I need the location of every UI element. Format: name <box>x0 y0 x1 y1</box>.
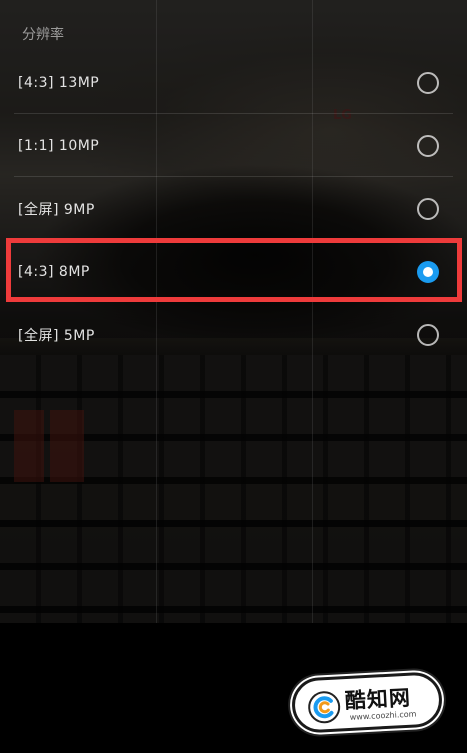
radio-button[interactable] <box>417 197 439 220</box>
annotation-highlight-box <box>6 238 462 302</box>
option-label: [4:3] 13MP <box>18 74 100 91</box>
option-label: [1:1] 10MP <box>18 137 100 154</box>
resolution-panel: 分辨率 [4:3] 13MP [1:1] 10MP [全屏] 9MP [4:3]… <box>0 0 467 623</box>
resolution-option-13mp[interactable]: [4:3] 13MP <box>0 51 467 114</box>
radio-button[interactable] <box>417 134 439 157</box>
resolution-option-9mp[interactable]: [全屏] 9MP <box>0 177 467 240</box>
coozhi-logo-icon <box>308 691 341 724</box>
resolution-option-10mp[interactable]: [1:1] 10MP <box>0 114 467 177</box>
site-watermark: 酷知网 www.coozhi.com <box>290 671 444 734</box>
radio-button[interactable] <box>417 323 439 346</box>
panel-title: 分辨率 <box>22 27 64 43</box>
radio-button[interactable] <box>417 71 439 94</box>
resolution-option-5mp[interactable]: [全屏] 5MP <box>0 303 467 366</box>
option-label: [全屏] 5MP <box>18 327 95 344</box>
option-label: [全屏] 9MP <box>18 201 95 218</box>
